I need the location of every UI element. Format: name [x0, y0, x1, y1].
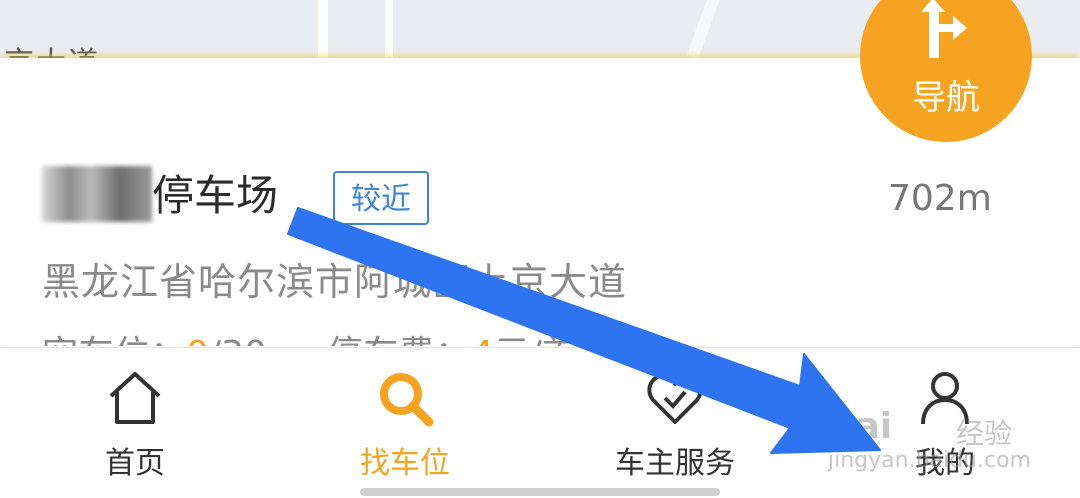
map-road [318, 0, 328, 62]
map-road [385, 0, 393, 62]
parking-meta: 空车位：0/30 停车费：4元/首小时 [42, 330, 650, 346]
search-icon [380, 373, 434, 427]
watermark-brand-cn: 经验 [956, 417, 1013, 450]
distance-tag: 较近 [333, 171, 429, 225]
distance-value: 702m [888, 178, 992, 219]
watermark-url: jingyan.baidu.com [828, 448, 1032, 473]
fee-unit: 元/首小时 [494, 334, 650, 346]
watermark-brand: Bai [828, 406, 893, 447]
heart-icon [647, 374, 703, 424]
turn-right-arrow-icon [921, 0, 967, 58]
tab-find-parking[interactable]: 找车位 [270, 348, 540, 498]
parking-address: 黑龙江省哈尔滨市阿城区上京大道 [42, 260, 628, 304]
tab-owner-service-label: 车主服务 [615, 446, 735, 481]
spaces-label: 空车位： [42, 334, 186, 346]
parking-name: 停车场 [152, 171, 279, 220]
tab-find-parking-label: 找车位 [360, 446, 450, 481]
fee-label: 停车费： [327, 334, 471, 346]
spaces-free-value: 0 [186, 334, 209, 346]
tab-home-label: 首页 [105, 446, 165, 481]
tab-owner-service[interactable]: 车主服务 [540, 348, 810, 498]
fee-amount: 4 [471, 334, 494, 346]
baidu-jingyan-watermark: Bai 经验 jingyan.baidu.com [828, 398, 1032, 478]
home-indicator [360, 488, 720, 496]
home-icon [109, 372, 161, 424]
redacted-name-blur [42, 166, 152, 222]
tab-home[interactable]: 首页 [0, 348, 270, 498]
map-road [686, 0, 726, 60]
spaces-total-value: /30 [209, 334, 267, 346]
navigate-label: 导航 [912, 78, 980, 118]
